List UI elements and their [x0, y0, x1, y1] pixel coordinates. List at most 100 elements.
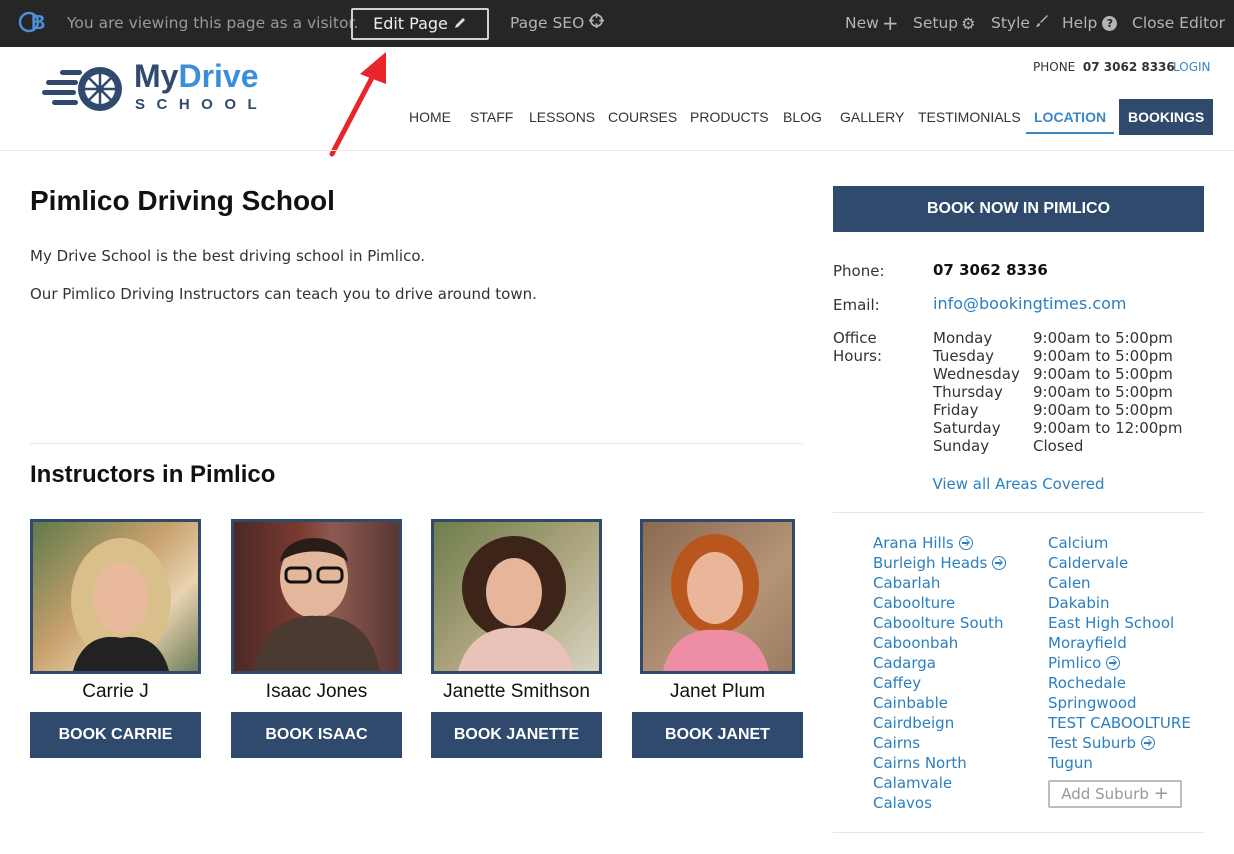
- suburb-link[interactable]: Calen: [1048, 573, 1191, 593]
- instructor-name: Isaac Jones: [265, 681, 368, 702]
- suburb-link[interactable]: Calamvale: [873, 773, 1006, 793]
- hours-label: Office Hours:: [833, 329, 882, 365]
- hours-day: Sunday: [933, 437, 990, 455]
- suburb-link[interactable]: Caboolture South: [873, 613, 1006, 633]
- logo-wordmark: MyDrive: [134, 58, 259, 94]
- hours-time: 9:00am to 5:00pm: [1033, 365, 1173, 383]
- book-now-button[interactable]: BOOK NOW IN PIMLICO: [833, 186, 1204, 232]
- edit-page-button[interactable]: Edit Page: [351, 8, 489, 40]
- page-seo-button[interactable]: Page SEO: [510, 0, 605, 47]
- suburb-link[interactable]: Cairdbeign: [873, 713, 1006, 733]
- book-janette-button[interactable]: BOOK JANETTE: [431, 712, 602, 758]
- instructor-photo[interactable]: [30, 519, 201, 674]
- nav-location[interactable]: LOCATION: [1026, 100, 1115, 134]
- suburb-link[interactable]: TEST CABOOLTURE: [1048, 713, 1191, 733]
- hours-day: Thursday: [933, 383, 1003, 401]
- suburb-link[interactable]: Pimlico: [1048, 653, 1191, 673]
- suburb-link[interactable]: Cairns North: [873, 753, 1006, 773]
- suburb-link[interactable]: Burleigh Heads: [873, 553, 1007, 573]
- help-label: Help: [1062, 14, 1098, 32]
- nav-bookings[interactable]: BOOKINGS: [1119, 99, 1214, 135]
- visitor-notice: You are viewing this page as a visitor.: [67, 14, 359, 32]
- new-menu[interactable]: New +: [845, 0, 899, 47]
- add-suburb-label: Add Suburb: [1061, 785, 1149, 803]
- suburb-link[interactable]: Cadarga: [873, 653, 1006, 673]
- site-logo[interactable]: MyDrive SCHOOL: [42, 58, 292, 120]
- instructor-name: Carrie J: [82, 681, 149, 702]
- book-isaac-button[interactable]: BOOK ISAAC: [231, 712, 402, 758]
- phone-number: 07 3062 8336: [1082, 60, 1175, 74]
- hours-time: 9:00am to 12:00pm: [1033, 419, 1183, 437]
- style-label: Style: [991, 14, 1030, 32]
- suburb-link[interactable]: Caboolture: [873, 593, 1006, 613]
- suburb-link[interactable]: Caboonbah: [873, 633, 1006, 653]
- new-label: New: [845, 14, 879, 32]
- hours-time: 9:00am to 5:00pm: [1033, 347, 1173, 365]
- nav-home[interactable]: HOME: [409, 100, 451, 134]
- email-label: Email:: [833, 296, 880, 314]
- nav-gallery[interactable]: GALLERY: [840, 100, 904, 134]
- suburb-link[interactable]: Arana Hills: [873, 533, 1006, 553]
- gear-icon: ⚙: [961, 14, 976, 33]
- hours-time: Closed: [1033, 437, 1084, 455]
- hours-time: 9:00am to 5:00pm: [1033, 383, 1173, 401]
- arrow-circle-icon: [1141, 736, 1156, 750]
- suburb-link[interactable]: Cairns: [873, 733, 1006, 753]
- arrow-circle-icon: [958, 536, 973, 550]
- hours-day: Monday: [933, 329, 993, 347]
- suburb-link[interactable]: Tugun: [1048, 753, 1191, 773]
- instructor-photo[interactable]: [231, 519, 402, 674]
- suburb-link[interactable]: Caldervale: [1048, 553, 1191, 573]
- suburb-link[interactable]: Springwood: [1048, 693, 1191, 713]
- page-title: Pimlico Driving School: [30, 185, 335, 216]
- logo-subtitle: SCHOOL: [135, 96, 269, 113]
- suburb-link[interactable]: East High School: [1048, 613, 1191, 633]
- suburb-link[interactable]: Cabarlah: [873, 573, 1006, 593]
- instructor-name: Janet Plum: [669, 681, 766, 702]
- intro-paragraph: My Drive School is the best driving scho…: [30, 247, 426, 265]
- nav-lessons[interactable]: LESSONS: [529, 100, 595, 134]
- nav-products[interactable]: PRODUCTS: [690, 100, 769, 134]
- instructor-photo[interactable]: [431, 519, 602, 674]
- instructors-heading: Instructors in Pimlico: [30, 461, 276, 488]
- nav-testimonials[interactable]: TESTIMONIALS: [918, 100, 1021, 134]
- style-menu[interactable]: Style: [991, 0, 1049, 47]
- divider: [833, 832, 1204, 833]
- hours-time: 9:00am to 5:00pm: [1033, 401, 1173, 419]
- phone-label: PHONE: [1033, 60, 1076, 74]
- page-seo-label: Page SEO: [510, 14, 585, 32]
- suburb-link[interactable]: Cainbable: [873, 693, 1006, 713]
- close-editor-button[interactable]: Close Editor: [1132, 0, 1225, 47]
- site-header: MyDrive SCHOOL PHONE 07 3062 8336 LOGIN …: [0, 47, 1234, 151]
- bookingtimes-logo-icon[interactable]: B: [18, 0, 48, 47]
- nav-courses[interactable]: COURSES: [608, 100, 677, 134]
- hours-time: 9:00am to 5:00pm: [1033, 329, 1173, 347]
- suburb-link[interactable]: Calcium: [1048, 533, 1191, 553]
- view-all-areas-link[interactable]: View all Areas Covered: [833, 475, 1204, 493]
- nav-staff[interactable]: STAFF: [470, 100, 513, 134]
- phone-value: 07 3062 8336: [933, 261, 1048, 279]
- suburb-link[interactable]: Caffey: [873, 673, 1006, 693]
- plus-icon: +: [1153, 783, 1169, 804]
- instructor-name: Janette Smithson: [443, 681, 590, 702]
- book-janet-button[interactable]: BOOK JANET: [632, 712, 803, 758]
- suburb-link[interactable]: Rochedale: [1048, 673, 1191, 693]
- hours-times: 9:00am to 5:00pm 9:00am to 5:00pm 9:00am…: [1033, 329, 1182, 455]
- header-phone: PHONE 07 3062 8336: [1033, 60, 1175, 74]
- instructor-photo[interactable]: [640, 519, 795, 674]
- suburb-link[interactable]: Calavos: [873, 793, 1006, 813]
- suburb-link[interactable]: Dakabin: [1048, 593, 1191, 613]
- help-menu[interactable]: Help?: [1062, 0, 1118, 47]
- login-link[interactable]: LOGIN: [1173, 60, 1211, 74]
- suburb-link[interactable]: Test Suburb: [1048, 733, 1191, 753]
- add-suburb-button[interactable]: Add Suburb +: [1048, 780, 1182, 808]
- wheel-logo-icon: [42, 67, 122, 111]
- nav-blog[interactable]: BLOG: [783, 100, 822, 134]
- setup-menu[interactable]: Setup ⚙: [913, 0, 975, 47]
- suburb-link[interactable]: Morayfield: [1048, 633, 1191, 653]
- email-link[interactable]: info@bookingtimes.com: [933, 294, 1127, 313]
- crosshair-icon: [589, 0, 605, 47]
- suburb-column-1: Arana Hills Burleigh Heads Cabarlah Cabo…: [873, 533, 1007, 813]
- hours-day: Wednesday: [933, 365, 1020, 383]
- book-carrie-button[interactable]: BOOK CARRIE: [30, 712, 201, 758]
